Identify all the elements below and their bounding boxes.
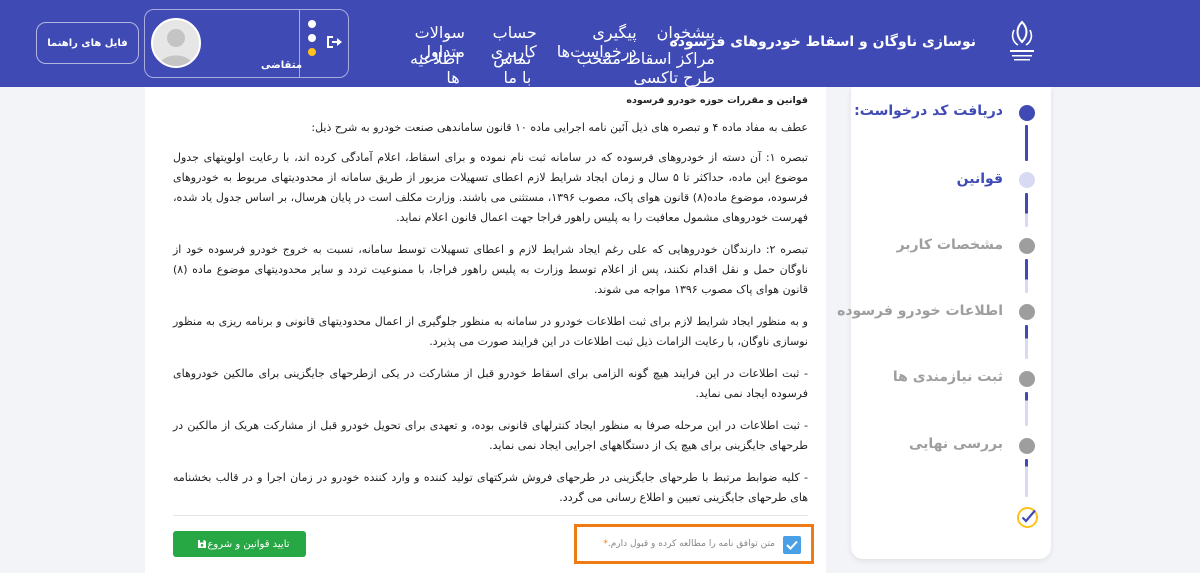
step-label-requirements: ثبت نیازمندی ها bbox=[892, 369, 1003, 385]
agreement-checkbox[interactable] bbox=[783, 536, 801, 554]
confirm-rules-label: تایید قوانین و شروع bbox=[207, 538, 290, 550]
step-connector bbox=[1025, 193, 1028, 227]
rules-text: قوانین و مقررات حوزه خودرو فرسوده عطف به… bbox=[173, 95, 808, 520]
check-icon bbox=[786, 540, 798, 550]
rules-paragraph: و به منظور ایجاد شرایط لازم برای ثبت اطل… bbox=[173, 315, 808, 348]
step-label-rules: قوانین bbox=[956, 171, 1003, 187]
agreement-label-text: متن توافق نامه را مطالعه کرده و قبول دار… bbox=[607, 539, 775, 549]
step-label-request-code: دریافت کد درخواست: bbox=[854, 103, 1003, 119]
user-role: متقاضی bbox=[261, 60, 303, 71]
agreement-label[interactable]: متن توافق نامه را مطالعه کرده و قبول دار… bbox=[603, 539, 775, 549]
rules-paragraph: تبصره ۱: آن دسته از خودروهای فرسوده که د… bbox=[173, 151, 808, 224]
rules-paragraph: - ثبت اطلاعات در این مرحله صرفا به منظور… bbox=[173, 419, 808, 452]
rules-paragraph: - ثبت اطلاعات در این فرایند هیچ گونه الز… bbox=[173, 367, 808, 400]
step-dot-final-review bbox=[1019, 438, 1035, 454]
step-label-vehicle-info: اطلاعات خودرو فرسوده bbox=[837, 303, 1003, 319]
step-dot-requirements bbox=[1019, 371, 1035, 387]
step-label-user-info: مشخصات کاربر bbox=[896, 237, 1003, 253]
rules-paragraph: - کلیه ضوابط مرتبط با طرحهای جایگزینی در… bbox=[173, 471, 808, 504]
status-dot bbox=[308, 34, 316, 42]
nav-announcements[interactable]: اطلاعیه ها bbox=[410, 49, 460, 87]
logout-icon[interactable] bbox=[325, 33, 343, 51]
step-connector bbox=[1025, 125, 1028, 161]
status-dot-active bbox=[308, 48, 316, 56]
guide-files-button[interactable]: فایل های راهنما bbox=[36, 22, 139, 64]
nav-contact[interactable]: تماس با ما bbox=[480, 49, 531, 87]
avatar[interactable] bbox=[151, 18, 201, 68]
user-panel: متقاضی bbox=[144, 9, 349, 78]
completion-check-icon bbox=[1017, 507, 1038, 528]
emblem-logo-icon bbox=[1010, 20, 1034, 61]
step-dot-request-code bbox=[1019, 105, 1035, 121]
save-icon bbox=[198, 540, 207, 548]
step-connector bbox=[1025, 325, 1028, 359]
content-divider bbox=[173, 515, 808, 516]
agreement-checkbox-group[interactable]: متن توافق نامه را مطالعه کرده و قبول دار… bbox=[574, 524, 814, 564]
confirm-rules-button[interactable]: تایید قوانین و شروع bbox=[173, 531, 306, 557]
step-connector bbox=[1025, 459, 1028, 497]
main-nav: پیشخوان پیگیری درخواست‌ها حساب کاربری سو… bbox=[410, 20, 715, 87]
step-dot-user-info bbox=[1019, 238, 1035, 254]
top-header: نوسازی ناوگان و اسقاط خودروهای فرسوده پی… bbox=[0, 0, 1200, 87]
rules-paragraph: عطف به مفاد ماده ۴ و تبصره های ذیل آئین … bbox=[311, 121, 808, 134]
user-panel-divider bbox=[299, 10, 300, 77]
step-connector bbox=[1025, 259, 1028, 293]
status-dots bbox=[308, 20, 316, 62]
step-dot-vehicle-info bbox=[1019, 304, 1035, 320]
nav-taxi-scrap-centers[interactable]: مراکز اسقاط منتخب طرح تاکسی bbox=[551, 49, 715, 87]
site-title: نوسازی ناوگان و اسقاط خودروهای فرسوده bbox=[669, 34, 976, 50]
step-dot-rules bbox=[1019, 172, 1035, 188]
step-connector bbox=[1025, 392, 1028, 426]
avatar-placeholder-icon bbox=[159, 29, 193, 66]
rules-panel: قوانین و مقررات حوزه خودرو فرسوده عطف به… bbox=[145, 87, 826, 573]
rules-title: قوانین و مقررات حوزه خودرو فرسوده bbox=[626, 95, 808, 106]
step-label-final-review: بررسی نهایی bbox=[908, 436, 1003, 452]
status-dot bbox=[308, 20, 316, 28]
progress-stepper: دریافت کد درخواست: قوانین مشخصات کاربر ا… bbox=[837, 87, 1051, 559]
rules-paragraph: تبصره ۲: دارندگان خودروهایی که علی رغم ا… bbox=[173, 243, 808, 296]
